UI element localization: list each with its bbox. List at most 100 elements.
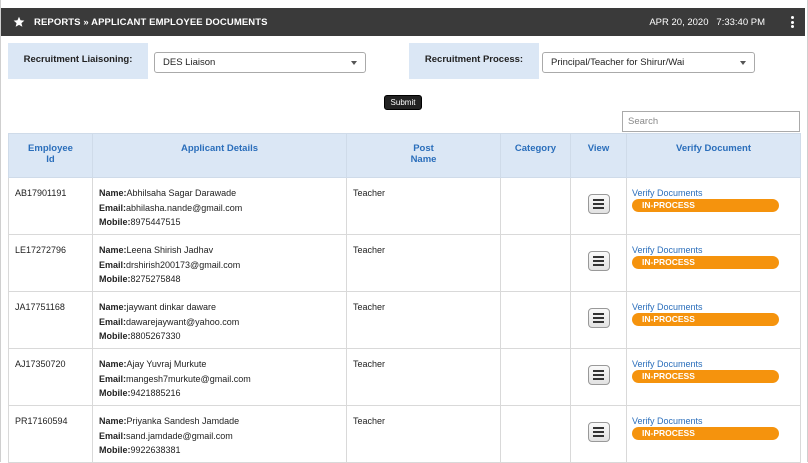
table-row: PR17160594 Name:Priyanka Sandesh Jamdade E…	[8, 405, 801, 463]
applicant-name: Ajay Yuvraj Murkute	[126, 359, 207, 369]
view-menu-button[interactable]	[587, 251, 610, 271]
employee-id-cell: LE17272796	[8, 234, 93, 292]
applicant-email: drshirish200173@gmail.com	[126, 259, 241, 270]
applicant-details-cell: Name:Abhilsaha Sagar Darawade Email:abhil…	[92, 177, 347, 235]
post-name-cell: Teacher	[346, 234, 501, 292]
process-selected-value: Principal/Teacher for Shirur/Wai	[551, 57, 685, 68]
liaisoning-selected-value: DES Liaison	[163, 57, 216, 68]
verify-documents-link[interactable]: Verify Documents	[632, 357, 796, 370]
process-label: Recruitment Process:	[409, 43, 539, 79]
table-row: AJ17350720 Name:Ajay Yuvraj Murkute Email:…	[8, 348, 801, 406]
employee-id-cell: AB17901191	[8, 177, 93, 235]
view-menu-button[interactable]	[587, 422, 610, 442]
chevron-down-icon	[740, 61, 746, 65]
view-cell	[570, 405, 627, 463]
verify-cell: Verify Documents IN-PROCESS	[626, 291, 801, 349]
status-badge: IN-PROCESS	[632, 313, 779, 326]
employee-id-cell: JA17751168	[8, 291, 93, 349]
menu-icon-bar	[593, 264, 604, 266]
page-header: REPORTS » APPLICANT EMPLOYEE DOCUMENTS A…	[1, 8, 805, 36]
chevron-down-icon	[351, 61, 357, 65]
view-cell	[570, 234, 627, 292]
view-menu-button[interactable]	[587, 365, 610, 385]
menu-icon-bar	[593, 207, 604, 209]
view-cell	[570, 291, 627, 349]
applicant-email: mangesh7murkute@gmail.com	[126, 373, 251, 384]
applicant-mobile: 9421885216	[130, 388, 181, 398]
applicant-email: sand.jamdade@gmail.com	[126, 430, 233, 441]
verify-documents-link[interactable]: Verify Documents	[632, 243, 796, 256]
verify-documents-link[interactable]: Verify Documents	[632, 300, 796, 313]
verify-cell: Verify Documents IN-PROCESS	[626, 234, 801, 292]
table-row: LE17272796 Name:Leena Shirish Jadhav Email…	[8, 234, 801, 292]
view-cell	[570, 348, 627, 406]
applicant-email: abhilasha.nande@gmail.com	[126, 202, 243, 213]
applicant-email: dawarejaywant@yahoo.com	[126, 316, 240, 327]
post-name-cell: Teacher	[346, 291, 501, 349]
search-input[interactable]: Search	[622, 111, 800, 132]
col-header-applicant-details[interactable]: Applicant Details	[92, 133, 347, 178]
view-menu-button[interactable]	[587, 308, 610, 328]
category-cell	[500, 405, 571, 463]
applicant-details-cell: Name:Ajay Yuvraj Murkute Email:mangesh7mu…	[92, 348, 347, 406]
verify-documents-link[interactable]: Verify Documents	[632, 186, 796, 199]
applicant-mobile: 9922638381	[130, 445, 181, 455]
col-header-post-name[interactable]: Post Name	[346, 133, 501, 178]
category-cell	[500, 348, 571, 406]
applicant-details-cell: Name:Priyanka Sandesh Jamdade Email:sand.…	[92, 405, 347, 463]
applicant-mobile: 8805267330	[130, 331, 181, 341]
view-menu-button[interactable]	[587, 194, 610, 214]
menu-icon-bar	[593, 374, 604, 376]
verify-documents-link[interactable]: Verify Documents	[632, 414, 796, 427]
applicant-mobile: 8975447515	[130, 217, 181, 227]
menu-icon-bar	[593, 435, 604, 437]
liaisoning-label: Recruitment Liaisoning:	[8, 43, 148, 79]
status-badge: IN-PROCESS	[632, 370, 779, 383]
post-name-cell: Teacher	[346, 405, 501, 463]
menu-icon-bar	[593, 370, 604, 372]
page-title: REPORTS » APPLICANT EMPLOYEE DOCUMENTS	[34, 16, 268, 28]
table-row: JA17751168 Name:jaywant dinkar daware Emai…	[8, 291, 801, 349]
applicant-name: Abhilsaha Sagar Darawade	[126, 188, 237, 198]
col-header-employee-id[interactable]: Employee Id	[8, 133, 93, 178]
liaisoning-select[interactable]: DES Liaison	[154, 52, 366, 73]
table-header-row: Employee Id Applicant Details Post Name Ca…	[8, 133, 801, 178]
submit-button[interactable]: Submit	[384, 95, 422, 110]
kebab-menu-icon[interactable]	[791, 16, 795, 28]
status-badge: IN-PROCESS	[632, 256, 779, 269]
category-cell	[500, 291, 571, 349]
menu-icon-bar	[593, 260, 604, 262]
post-name-cell: Teacher	[346, 348, 501, 406]
kebab-dot	[791, 16, 794, 19]
post-name-cell: Teacher	[346, 177, 501, 235]
applicant-name: jaywant dinkar daware	[126, 302, 217, 312]
star-icon	[13, 16, 25, 27]
verify-cell: Verify Documents IN-PROCESS	[626, 348, 801, 406]
category-cell	[500, 234, 571, 292]
kebab-dot	[791, 25, 794, 28]
menu-icon-bar	[593, 313, 604, 315]
col-header-category[interactable]: Category	[500, 133, 571, 178]
table-row: AB17901191 Name:Abhilsaha Sagar Darawade E…	[8, 177, 801, 235]
applicant-name: Leena Shirish Jadhav	[126, 245, 214, 255]
datetime-display: APR 20, 2020 7:33:40 PM	[649, 16, 765, 28]
col-header-view: View	[570, 133, 627, 178]
applicant-details-cell: Name:jaywant dinkar daware Email:dawareja…	[92, 291, 347, 349]
status-badge: IN-PROCESS	[632, 427, 779, 440]
menu-icon-bar	[593, 431, 604, 433]
menu-icon-bar	[593, 321, 604, 323]
menu-icon-bar	[593, 203, 604, 205]
menu-icon-bar	[593, 427, 604, 429]
applicant-name: Priyanka Sandesh Jamdade	[126, 416, 240, 426]
col-header-verify-document: Verify Document	[626, 133, 801, 178]
kebab-dot	[791, 20, 794, 24]
applicant-mobile: 8275275848	[130, 274, 181, 284]
applicant-details-cell: Name:Leena Shirish Jadhav Email:drshirish…	[92, 234, 347, 292]
employee-id-cell: AJ17350720	[8, 348, 93, 406]
verify-cell: Verify Documents IN-PROCESS	[626, 177, 801, 235]
menu-icon-bar	[593, 317, 604, 319]
process-select[interactable]: Principal/Teacher for Shirur/Wai	[542, 52, 755, 73]
category-cell	[500, 177, 571, 235]
employee-id-cell: PR17160594	[8, 405, 93, 463]
filter-row: Recruitment Liaisoning: DES Liaison Recr…	[8, 43, 800, 79]
